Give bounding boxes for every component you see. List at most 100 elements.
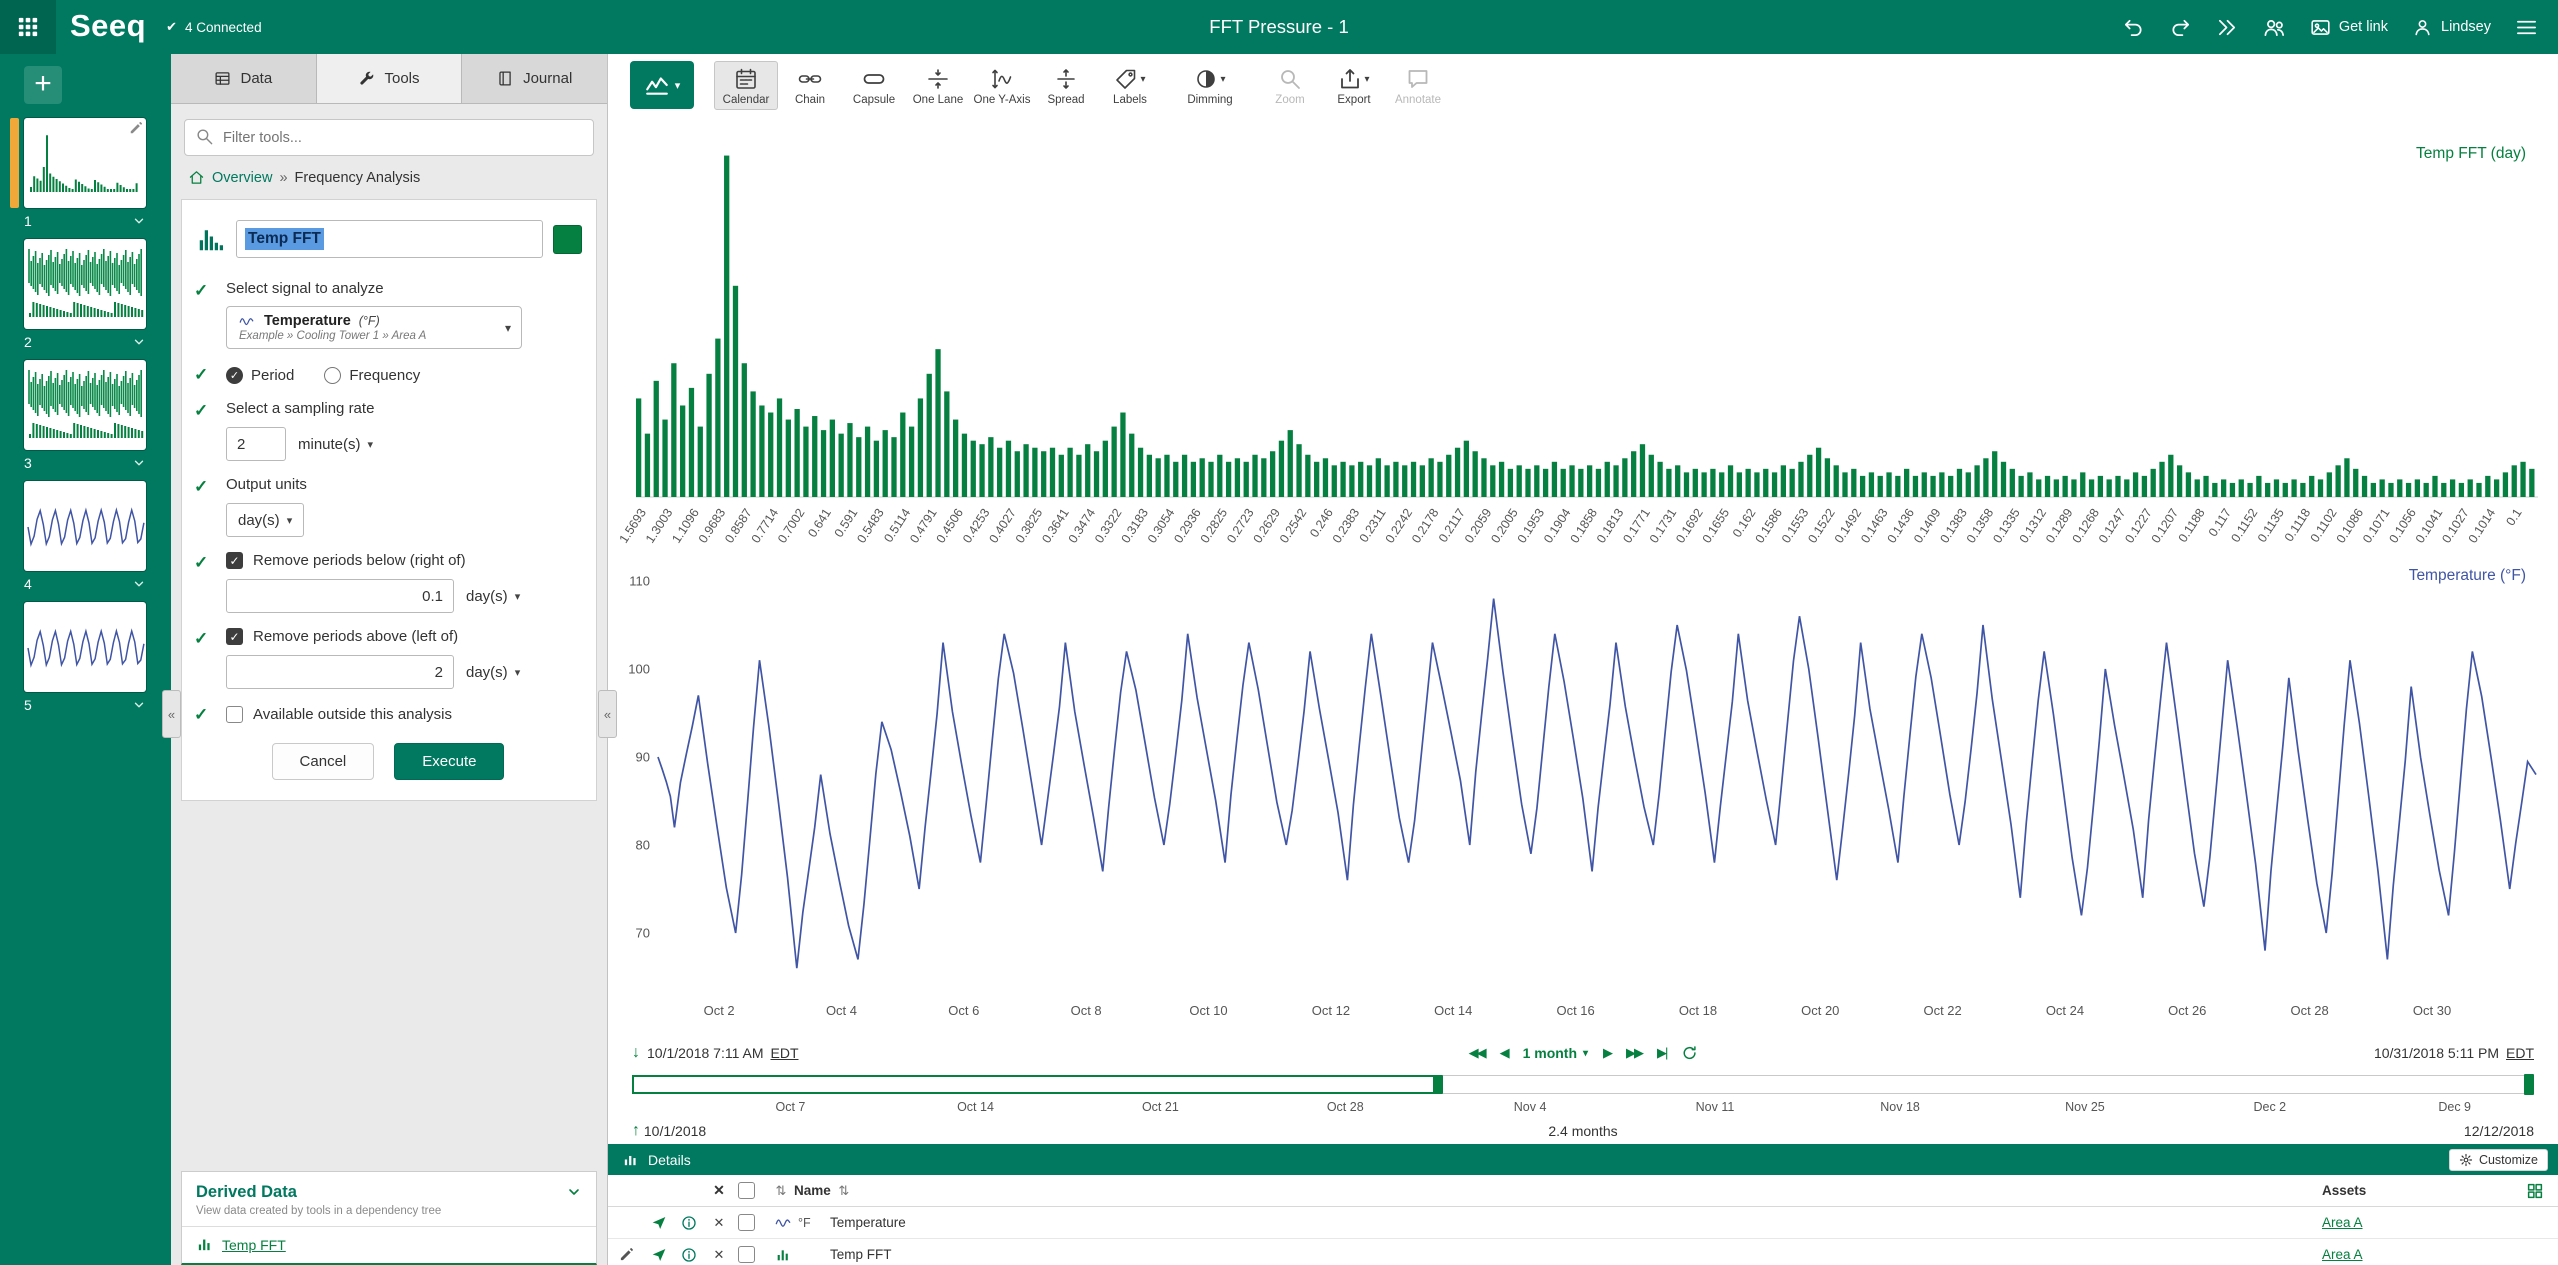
asset-link[interactable]: Area A	[2322, 1215, 2363, 1230]
collapse-worksheets-handle[interactable]: «	[162, 690, 181, 738]
remove-below-checkbox-row[interactable]: ✓ Remove periods below (right of)	[226, 552, 582, 569]
autoscale-pin-button[interactable]	[644, 1215, 674, 1231]
remove-item-button[interactable]: ✕	[704, 1215, 734, 1231]
toolbar-button-chain[interactable]: Chain	[778, 61, 842, 110]
step-to-end-button[interactable]: ▶|	[1657, 1045, 1666, 1061]
connection-status[interactable]: ✔ 4 Connected	[166, 19, 261, 35]
row-checkbox[interactable]	[734, 1214, 768, 1231]
chevron-down-icon[interactable]	[132, 214, 146, 228]
fast-forward-button[interactable]	[2216, 16, 2239, 39]
cancel-button[interactable]: Cancel	[272, 743, 375, 780]
fft-chart[interactable]: 1.56931.30031.10960.96830.85870.77140.70…	[608, 127, 2558, 565]
toolbar-button-one-lane[interactable]: One Lane	[906, 61, 970, 110]
home-icon[interactable]	[188, 169, 205, 186]
frequency-radio[interactable]: Frequency	[324, 367, 420, 384]
edit-button[interactable]	[608, 1247, 644, 1262]
worksheet-thumbnail-1[interactable]: 1	[0, 118, 171, 231]
collapse-chevron-icon[interactable]	[566, 1184, 582, 1200]
tab-tools[interactable]: Tools	[317, 54, 463, 103]
autoscale-pin-button[interactable]	[644, 1247, 674, 1263]
toolbar-button-labels[interactable]: ▾Labels	[1098, 61, 1162, 110]
selection-right-handle[interactable]	[1433, 1075, 1443, 1094]
investigate-range-slider[interactable]	[632, 1071, 2534, 1098]
toolbar-button-one-y-axis[interactable]: One Y-Axis	[970, 61, 1034, 110]
derived-item-link[interactable]: Temp FFT	[222, 1237, 286, 1253]
step-back-fast-button[interactable]: ◀◀	[1469, 1045, 1485, 1061]
signal-select-dropdown[interactable]: Temperature (°F) Example » Cooling Tower…	[226, 306, 522, 349]
timezone-link[interactable]: EDT	[771, 1045, 799, 1061]
period-radio[interactable]: ✓ Period	[226, 367, 294, 384]
redo-button[interactable]	[2169, 16, 2192, 39]
remove-above-checkbox-row[interactable]: ✓ Remove periods above (left of)	[226, 628, 582, 645]
table-grid-button[interactable]	[2512, 1182, 2558, 1200]
color-swatch-button[interactable]	[553, 225, 582, 254]
trend-view-button[interactable]: ▾	[630, 61, 694, 109]
toolbar-button-capsule[interactable]: Capsule	[842, 61, 906, 110]
selected-range[interactable]	[632, 1075, 1438, 1094]
slider-track[interactable]	[632, 1075, 2534, 1094]
toolbar-button-export[interactable]: ▾Export	[1322, 61, 1386, 110]
remove-item-button[interactable]: ✕	[704, 1247, 734, 1263]
below-value-input[interactable]: 0.1	[226, 579, 454, 613]
breadcrumb-overview-link[interactable]: Overview	[212, 170, 272, 186]
sort-control[interactable]: ⇅	[831, 1183, 857, 1199]
output-unit-dropdown[interactable]: day(s)▾	[226, 503, 304, 537]
name-column-header[interactable]: Name	[794, 1183, 831, 1198]
toolbar-button-spread[interactable]: Spread	[1034, 61, 1098, 110]
item-info-button[interactable]	[674, 1215, 704, 1231]
sampling-unit-dropdown[interactable]: minute(s)▾	[298, 436, 373, 453]
step-back-button[interactable]: ◀	[1500, 1045, 1508, 1061]
new-worksheet-button[interactable]: +	[24, 66, 62, 104]
get-link-button[interactable]: Get link	[2310, 17, 2388, 38]
worksheet-preview[interactable]	[24, 118, 146, 208]
chevron-down-icon[interactable]	[132, 577, 146, 591]
worksheet-preview[interactable]	[24, 602, 146, 692]
signal-name: Temperature	[264, 313, 351, 329]
chevron-down-icon[interactable]	[132, 456, 146, 470]
worksheet-preview[interactable]	[24, 239, 146, 329]
available-outside-checkbox-row[interactable]: Available outside this analysis	[226, 704, 582, 725]
chevron-down-icon[interactable]	[132, 698, 146, 712]
row-name[interactable]: Temperature	[830, 1215, 906, 1230]
select-all-checkbox[interactable]	[734, 1182, 768, 1199]
undo-button[interactable]	[2122, 16, 2145, 39]
apps-grid-button[interactable]	[0, 0, 56, 54]
step-forward-fast-button[interactable]: ▶▶	[1626, 1045, 1642, 1061]
chevron-down-icon[interactable]	[132, 335, 146, 349]
collaborators-button[interactable]	[2263, 16, 2286, 39]
hamburger-menu-button[interactable]	[2515, 16, 2538, 39]
execute-button[interactable]: Execute	[394, 743, 504, 780]
step-size-dropdown[interactable]: 1 month▾	[1523, 1045, 1588, 1061]
worksheet-thumbnail-5[interactable]: 5	[0, 602, 171, 715]
svg-text:Oct 4: Oct 4	[826, 1003, 857, 1018]
filter-tools-input[interactable]	[184, 119, 594, 156]
step-forward-button[interactable]: ▶	[1603, 1045, 1611, 1061]
above-value-input[interactable]: 2	[226, 655, 454, 689]
customize-button[interactable]: Customize	[2449, 1149, 2548, 1171]
collapse-panel-handle[interactable]: «	[598, 690, 617, 738]
below-unit-dropdown[interactable]: day(s)▾	[466, 588, 520, 605]
track-end-handle[interactable]	[2524, 1074, 2534, 1095]
tab-data[interactable]: Data	[171, 54, 317, 103]
worksheet-thumbnail-4[interactable]: 4	[0, 481, 171, 594]
timezone-link[interactable]: EDT	[2506, 1045, 2534, 1061]
sort-control[interactable]: ⇅	[768, 1183, 794, 1199]
remove-all-button[interactable]: ✕	[704, 1182, 734, 1199]
temperature-chart[interactable]: 110100908070Oct 2Oct 4Oct 6Oct 8Oct 10Oc…	[608, 565, 2558, 1037]
item-info-button[interactable]	[674, 1247, 704, 1263]
tool-name-input[interactable]: Temp FFT	[236, 220, 543, 258]
worksheet-thumbnail-3[interactable]: 3	[0, 360, 171, 473]
worksheet-preview[interactable]	[24, 360, 146, 450]
worksheet-thumbnail-2[interactable]: 2	[0, 239, 171, 352]
above-unit-dropdown[interactable]: day(s)▾	[466, 664, 520, 681]
worksheet-preview[interactable]	[24, 481, 146, 571]
tab-journal[interactable]: Journal	[462, 54, 607, 103]
row-name[interactable]: Temp FFT	[830, 1247, 892, 1262]
user-menu-button[interactable]: Lindsey	[2412, 17, 2491, 38]
sampling-rate-input[interactable]: 2	[226, 427, 286, 461]
asset-link[interactable]: Area A	[2322, 1247, 2363, 1262]
refresh-icon[interactable]	[1681, 1045, 1697, 1061]
toolbar-button-calendar[interactable]: Calendar	[714, 61, 778, 110]
toolbar-button-dimming[interactable]: ▾Dimming	[1178, 61, 1242, 110]
row-checkbox[interactable]	[734, 1246, 768, 1263]
